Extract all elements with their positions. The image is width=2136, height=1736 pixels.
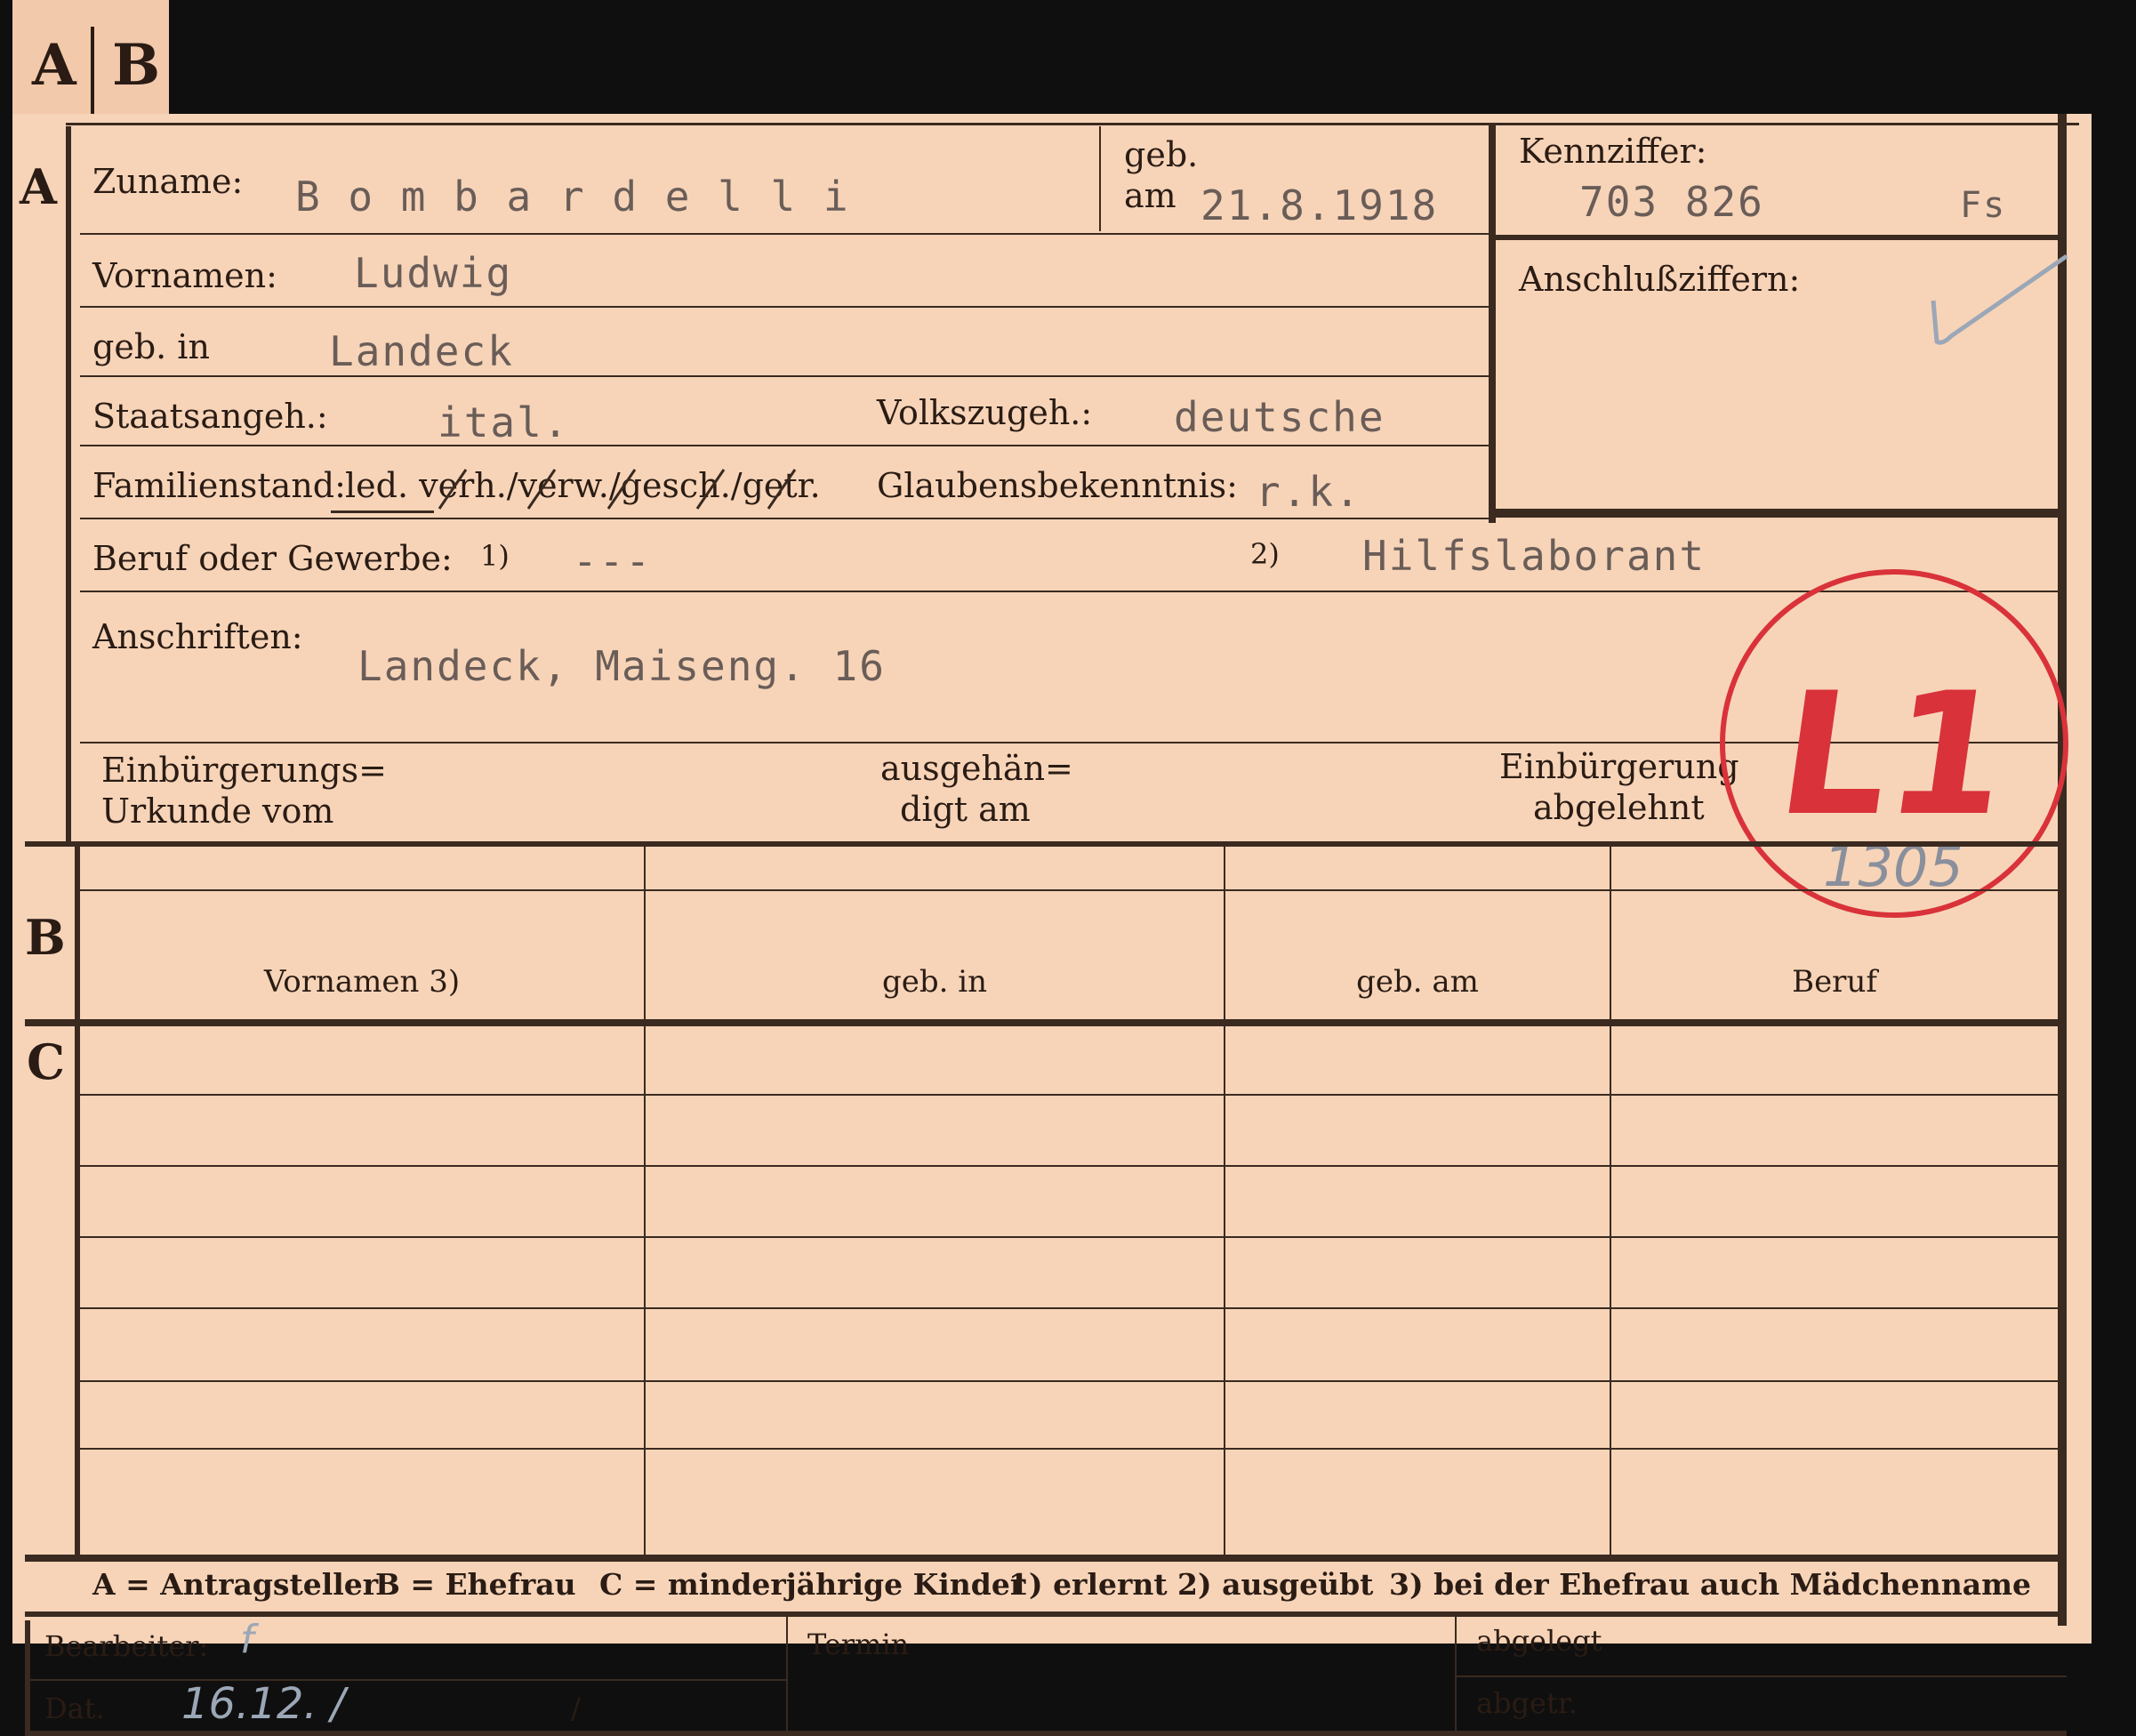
office-col-rule (1455, 1617, 1457, 1732)
einbuergerung-urkunde-label-2: Urkunde vom (101, 792, 334, 831)
geb-label: geb. (1124, 135, 1199, 174)
col-head-vornamen: Vornamen 3) (263, 964, 461, 1000)
red-stamp: L1 1305 (1720, 569, 2068, 918)
table-row-rule (80, 1236, 2058, 1238)
vornamen-label: Vornamen: (92, 256, 277, 295)
familienstand-underline (331, 510, 434, 513)
kennziffer-box-left (1489, 123, 1496, 523)
office-row-rule (30, 1679, 786, 1681)
row-rule (80, 375, 1489, 377)
legend-c: C = minderjährige Kinder (599, 1567, 1026, 1602)
stamp-text: L1 (1767, 656, 2021, 853)
bearbeiter-value: f (240, 1617, 254, 1662)
geb-am-value: 21.8.1918 (1200, 181, 1439, 229)
kennziffer-value: 703 826 (1579, 178, 1764, 226)
geb-in-value: Landeck (329, 327, 514, 375)
legend-b: B = Ehefrau (375, 1567, 576, 1602)
card-bottom-rule (25, 1731, 2067, 1736)
table-col-rule (1610, 847, 1611, 1558)
am-label: am (1124, 176, 1176, 215)
legend-note-2: 2) ausgeübt (1177, 1567, 1374, 1602)
office-left-rule (25, 1620, 30, 1736)
row-rule (80, 445, 1489, 446)
table-left-rule (75, 847, 80, 1558)
card-tab: A B (12, 0, 169, 125)
geb-divider (1099, 126, 1101, 231)
section-marker-c: C (27, 1033, 65, 1090)
tab-letter-b: B (112, 32, 161, 99)
glaubensbekenntnis-value: r.k. (1256, 468, 1361, 516)
top-rule (66, 123, 2079, 125)
dat-value: 16.12. / (181, 1679, 346, 1729)
ausgehaendigt-label-1: ausgehän= (880, 749, 1073, 788)
table-col-rule (644, 847, 646, 1558)
tab-letter-a: A (32, 32, 76, 99)
staatsangeh-value: ital. (438, 398, 570, 446)
registration-card: A B C Zuname: B o m b a r d e l l i geb.… (12, 114, 2092, 1736)
abgelegt-label: abgelegt (1476, 1624, 1602, 1658)
row-rule (80, 591, 2065, 592)
table-header-rule (80, 889, 2058, 891)
table-row-rule (80, 1448, 2058, 1450)
section-marker-b: B (25, 909, 66, 966)
volkszugeh-label: Volkszugeh.: (877, 393, 1093, 432)
volkszugeh-value: deutsche (1174, 393, 1385, 441)
beruf-erlernt-value: --- (573, 537, 653, 585)
table-row-rule (80, 1094, 2058, 1096)
zuname-value: B o m b a r d e l l i (295, 173, 850, 221)
beruf-label: Beruf oder Gewerbe: (92, 539, 453, 578)
legend-note-3: 3) bei der Ehefrau auch Mädchenname (1389, 1567, 2031, 1602)
beruf-note-2: 2) (1250, 537, 1280, 571)
zuname-label: Zuname: (92, 162, 244, 201)
col-head-geb-am: geb. am (1356, 964, 1479, 1000)
section-marker-a: A (20, 158, 57, 215)
section-a-left-rule (66, 126, 71, 847)
strikeout-marks (438, 469, 797, 510)
legend-a: A = Antragsteller (92, 1567, 379, 1602)
row-rule (80, 233, 1489, 235)
kennziffer-suffix: Fs (1960, 185, 2007, 226)
abgetr-label: abgetr. (1476, 1686, 1578, 1720)
anschriften-label: Anschriften: (92, 617, 303, 656)
tab-divider (91, 27, 94, 116)
checkmark-icon (1931, 253, 2068, 345)
beruf-ausgeuebt-value: Hilfslaborant (1362, 532, 1706, 580)
beruf-note-1: 1) (480, 539, 510, 573)
termin-label: Termin (807, 1628, 910, 1661)
kennziffer-box-bottom (1489, 509, 2065, 518)
einbuergerung-urkunde-label-1: Einbürgerungs= (101, 751, 387, 790)
row-rule (80, 306, 1489, 308)
col-head-beruf: Beruf (1792, 964, 1877, 1000)
section-b-top-rule (25, 841, 2067, 847)
anschlussziffern-label: Anschlußziffern: (1519, 260, 1801, 299)
geb-in-label: geb. in (92, 327, 210, 366)
table-col-rule (1224, 847, 1225, 1558)
kennziffer-label: Kennziffer: (1519, 132, 1707, 171)
table-row-rule (80, 1307, 2058, 1309)
section-c-top-rule (25, 1019, 2067, 1026)
dat-slash: / (571, 1692, 581, 1725)
staatsangeh-label: Staatsangeh.: (92, 397, 328, 436)
legend-note-1: 1) erlernt (1008, 1567, 1168, 1602)
einbuergerung-abgelehnt-label-1: Einbürgerung (1499, 747, 1739, 786)
col-head-geb-in: geb. in (881, 964, 988, 1000)
einbuergerung-abgelehnt-label-2: abgelehnt (1533, 788, 1705, 827)
familienstand-label: Familienstand: (92, 466, 346, 505)
ausgehaendigt-label-2: digt am (900, 790, 1031, 829)
kennziffer-box-mid (1489, 235, 2065, 240)
glaubensbekenntnis-label: Glaubensbekenntnis: (877, 466, 1238, 505)
legend-top-rule (25, 1555, 2067, 1562)
table-row-rule (80, 1380, 2058, 1382)
table-row-rule (80, 1165, 2058, 1167)
office-row-rule (1457, 1676, 2067, 1677)
bearbeiter-label: Bearbeiter: (44, 1629, 209, 1663)
legend-bottom-rule (25, 1611, 2067, 1617)
anschrift-value: Landeck, Maiseng. 16 (357, 642, 886, 690)
office-col-rule (786, 1617, 788, 1732)
vornamen-value: Ludwig (354, 249, 513, 297)
row-rule (80, 518, 1489, 519)
dat-label: Dat. (44, 1692, 105, 1725)
